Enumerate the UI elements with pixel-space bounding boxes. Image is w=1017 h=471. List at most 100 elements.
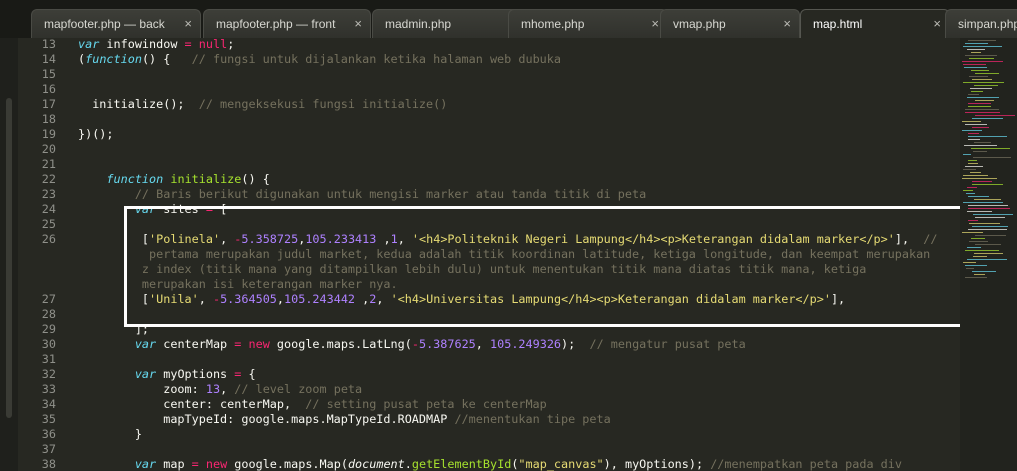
minimap-line	[975, 244, 1001, 245]
minimap-line	[963, 82, 1004, 83]
line-number: 26	[41, 232, 56, 246]
minimap-line	[969, 58, 994, 59]
code-text: (function() { // fungsi untuk dijalankan…	[78, 52, 561, 67]
minimap-line	[965, 109, 999, 110]
minimap-line	[969, 76, 988, 77]
code-token: getElementById	[411, 457, 512, 471]
line-number: 19	[41, 127, 56, 141]
minimap-line	[972, 271, 996, 272]
tab-6[interactable]: simpan.php	[945, 9, 1017, 38]
tab-label: mapfooter.php — front	[216, 17, 336, 31]
highlight-box	[124, 206, 967, 327]
minimap-line	[969, 241, 988, 242]
line-number: 23	[41, 187, 56, 201]
code-token: =	[191, 457, 199, 471]
code-token: // mengeksekusi fungsi initialize()	[198, 97, 448, 111]
code-text: })();	[78, 127, 114, 142]
code-token: center: centerMap,	[78, 397, 306, 411]
line-number: 15	[41, 67, 56, 81]
minimap-line	[972, 127, 989, 128]
minimap-line	[965, 277, 987, 278]
code-token: {	[241, 367, 256, 381]
code-token: =	[184, 38, 192, 51]
minimap-line	[965, 112, 1000, 113]
close-icon[interactable]: ×	[783, 10, 791, 38]
code-text: var centerMap = new google.maps.LatLng(-…	[78, 337, 746, 352]
minimap-line	[968, 106, 991, 107]
line-number: 30	[41, 337, 56, 351]
code-token: ;	[227, 38, 235, 51]
tab-3[interactable]: mhome.php ×	[508, 9, 668, 38]
line-number: 27	[41, 292, 56, 306]
code-text: center: centerMap, // setting pusat peta…	[78, 397, 547, 412]
tab-0[interactable]: mapfooter.php — back ×	[31, 9, 201, 38]
minimap-line	[967, 49, 985, 50]
tab-label: map.html	[813, 17, 863, 31]
minimap-line	[966, 268, 974, 269]
line-number: 28	[41, 307, 56, 321]
line-number: 21	[41, 157, 56, 171]
minimap-line	[970, 172, 981, 173]
minimap-line	[968, 196, 989, 197]
minimap-line	[975, 73, 999, 74]
code-token: initialize	[170, 172, 242, 186]
minimap-line	[968, 139, 980, 140]
minimap-line	[972, 79, 992, 80]
close-icon[interactable]: ×	[933, 10, 941, 38]
left-scrollbar[interactable]	[0, 38, 18, 471]
minimap-line	[973, 157, 1011, 158]
tab-label: vmap.php	[673, 17, 726, 31]
minimap-line	[974, 199, 1001, 200]
minimap[interactable]	[960, 38, 1017, 471]
tab-5[interactable]: map.html ×	[800, 9, 950, 38]
minimap-line	[963, 190, 973, 191]
tab-label: mhome.php	[521, 17, 585, 31]
minimap-line	[973, 214, 1013, 215]
code-token: function	[106, 172, 164, 186]
tab-1[interactable]: mapfooter.php — front ×	[203, 9, 371, 38]
code-text: mapTypeId: google.maps.MapTypeId.ROADMAP…	[78, 412, 611, 427]
minimap-line	[963, 175, 988, 176]
code-token: () {	[241, 172, 270, 186]
code-token: var	[78, 38, 100, 51]
code-token: //menentukan tipe peta	[454, 412, 611, 426]
close-icon[interactable]: ×	[354, 10, 362, 38]
minimap-line	[968, 229, 1007, 230]
line-number: 22	[41, 172, 56, 186]
left-scrollbar-thumb[interactable]	[6, 98, 12, 418]
line-number: 32	[41, 367, 56, 381]
minimap-line	[968, 220, 978, 221]
tab-4[interactable]: vmap.php ×	[660, 9, 800, 38]
code-token: .	[404, 457, 412, 471]
minimap-line	[968, 208, 1010, 209]
minimap-line	[971, 91, 983, 92]
line-number: 38	[41, 457, 56, 471]
close-icon[interactable]: ×	[184, 10, 192, 38]
minimap-line	[968, 136, 1007, 137]
code-token: })();	[78, 127, 114, 141]
code-token: myOptions	[156, 367, 235, 381]
minimap-line	[973, 151, 987, 152]
code-token: // setting pusat peta ke centerMap	[305, 397, 547, 411]
code-token: initialize();	[78, 97, 199, 111]
minimap-line	[970, 88, 992, 89]
line-number: 25	[41, 217, 56, 231]
code-token: document	[347, 457, 405, 471]
line-number: 36	[41, 427, 56, 441]
line-number: 34	[41, 397, 56, 411]
code-text: }	[78, 427, 142, 442]
minimap-line	[974, 274, 985, 275]
code-token: // level zoom peta	[234, 382, 363, 396]
line-number: 31	[41, 352, 56, 366]
minimap-line	[962, 130, 982, 131]
minimap-line	[974, 85, 998, 86]
line-number: 20	[41, 142, 56, 156]
close-icon[interactable]: ×	[651, 10, 659, 38]
minimap-line	[965, 265, 987, 266]
minimap-line	[965, 55, 997, 56]
